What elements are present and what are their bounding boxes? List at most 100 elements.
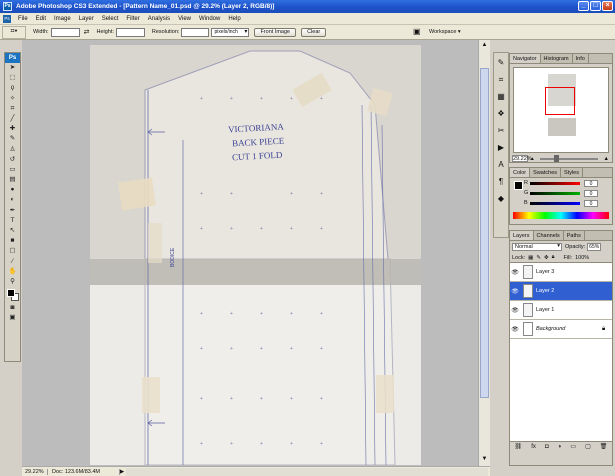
tab-info[interactable]: Info	[573, 54, 589, 63]
scroll-up-icon[interactable]: ▲	[479, 40, 490, 51]
navigator-zoom-input[interactable]: 29.22%	[512, 155, 532, 162]
channel-g-value[interactable]: 0	[584, 189, 598, 197]
menu-file[interactable]: File	[14, 16, 32, 22]
quick-mask-icon[interactable]: ◙	[5, 303, 20, 313]
channel-r-value[interactable]: 0	[584, 179, 598, 187]
delete-layer-icon[interactable]: 🗑︎	[600, 443, 608, 450]
minimize-button[interactable]: _	[578, 1, 589, 11]
clone-stamp-tool-icon[interactable]: ♙	[5, 145, 20, 155]
new-group-icon[interactable]: ▭	[570, 443, 576, 450]
eraser-tool-icon[interactable]: ▭	[5, 165, 20, 175]
resolution-input[interactable]	[181, 27, 210, 37]
status-menu-arrow-icon[interactable]: ▶	[120, 469, 124, 475]
tab-paths[interactable]: Paths	[564, 231, 585, 240]
horizontal-scrollbar[interactable]	[126, 467, 488, 476]
crop-tool-icon[interactable]: ⌗	[5, 104, 20, 114]
shape-tool-icon[interactable]: ■	[5, 236, 20, 246]
channel-g-slider[interactable]	[530, 191, 580, 195]
tab-layers[interactable]: Layers	[510, 231, 534, 240]
pen-tool-icon[interactable]: ✒	[5, 206, 20, 216]
document-icon[interactable]: Ps	[3, 14, 11, 23]
tab-histogram[interactable]: Histogram	[541, 54, 573, 63]
bridge-icon[interactable]: ▣	[413, 27, 421, 36]
zoom-in-icon[interactable]: ▲	[604, 156, 609, 162]
visibility-eye-icon[interactable]: 👁︎	[510, 269, 520, 276]
lock-position-icon[interactable]: ✥	[544, 255, 549, 261]
visibility-eye-icon[interactable]: 👁︎	[510, 326, 520, 333]
color-spectrum-bar[interactable]	[513, 212, 609, 219]
menu-edit[interactable]: Edit	[32, 16, 50, 22]
swap-dimensions-icon[interactable]: ⇄	[84, 28, 90, 36]
navigator-zoom-slider[interactable]	[539, 154, 598, 162]
blur-tool-icon[interactable]: ●	[5, 185, 20, 195]
menu-layer[interactable]: Layer	[75, 16, 98, 22]
crop-tool-preset-icon[interactable]: ⌗▾	[2, 25, 26, 39]
fill-input[interactable]: 100%	[575, 255, 589, 261]
info-panel-icon[interactable]: ◆	[494, 192, 508, 206]
history-brush-tool-icon[interactable]: ↺	[5, 155, 20, 165]
zoom-level[interactable]: 29.22%	[22, 468, 48, 475]
zoom-tool-icon[interactable]: ⚲	[5, 277, 20, 287]
workspace-menu[interactable]: Workspace ▾	[429, 27, 461, 37]
resolution-units-select[interactable]: pixels/inch	[211, 27, 250, 37]
vertical-scrollbar[interactable]: ▲ ▼	[478, 40, 490, 466]
channel-b-slider[interactable]	[530, 201, 580, 205]
tab-swatches[interactable]: Swatches	[530, 168, 562, 177]
lock-all-icon[interactable]: 🔒︎	[552, 254, 555, 261]
navigator-view-box[interactable]	[545, 87, 575, 115]
menu-select[interactable]: Select	[98, 16, 123, 22]
scrollbar-thumb[interactable]	[480, 68, 489, 398]
eyedropper-sample-tool-icon[interactable]: ⁄	[5, 257, 20, 267]
menu-analysis[interactable]: Analysis	[144, 16, 174, 22]
link-layers-icon[interactable]: ⛓	[515, 443, 523, 450]
channel-b-value[interactable]: 0	[584, 199, 598, 207]
tool-presets-panel-icon[interactable]: ⌗	[494, 73, 508, 87]
brushes-panel-icon[interactable]: ✎	[494, 56, 508, 70]
layer-row-layer-2[interactable]: 👁︎ Layer 2	[510, 282, 612, 301]
tab-color[interactable]: Color	[510, 168, 531, 177]
magic-wand-tool-icon[interactable]: ✧	[5, 94, 20, 104]
adjustment-layer-icon[interactable]: ◑	[558, 444, 562, 450]
navigator-thumbnail[interactable]	[513, 67, 609, 153]
menu-help[interactable]: Help	[224, 16, 244, 22]
notes-tool-icon[interactable]: ▢	[5, 246, 20, 256]
character-panel-icon[interactable]: ¶	[494, 175, 508, 189]
gradient-tool-icon[interactable]: ▤	[5, 175, 20, 185]
marquee-tool-icon[interactable]: ⬚	[5, 73, 20, 83]
menu-window[interactable]: Window	[195, 16, 224, 22]
layer-row-layer-1[interactable]: 👁︎ Layer 1	[510, 301, 612, 320]
move-tool-icon[interactable]: ➤	[5, 63, 20, 73]
tab-channels[interactable]: Channels	[534, 231, 564, 240]
layer-comps-panel-icon[interactable]: ▦	[494, 90, 508, 104]
width-input[interactable]	[50, 27, 80, 37]
hand-tool-icon[interactable]: ✋	[5, 267, 20, 277]
visibility-eye-icon[interactable]: 👁︎	[510, 307, 520, 314]
clear-button[interactable]: Clear	[301, 27, 327, 37]
brush-tool-icon[interactable]: ✎	[5, 134, 20, 144]
color-foreground-swatch[interactable]	[514, 181, 523, 190]
paragraph-panel-icon[interactable]: A	[494, 158, 508, 172]
channel-r-slider[interactable]	[530, 181, 580, 185]
type-tool-icon[interactable]: T	[5, 216, 20, 226]
lock-transparency-icon[interactable]: ▦	[528, 255, 533, 261]
menu-filter[interactable]: Filter	[122, 16, 143, 22]
photoshop-app-icon[interactable]: Ps	[3, 2, 12, 11]
layer-row-background[interactable]: 👁︎ Background 🔒︎	[510, 320, 612, 339]
menu-image[interactable]: Image	[50, 16, 75, 22]
height-input[interactable]	[115, 27, 145, 37]
zoom-out-icon[interactable]: ▴	[531, 156, 534, 162]
layer-row-layer-3[interactable]: 👁︎ Layer 3	[510, 263, 612, 282]
screen-mode-icon[interactable]: ▣	[5, 313, 20, 323]
color-swatches[interactable]	[5, 287, 20, 303]
scroll-down-icon[interactable]: ▼	[479, 454, 490, 465]
history-panel-icon[interactable]: ✂	[494, 124, 508, 138]
lasso-tool-icon[interactable]: ϙ	[5, 83, 20, 93]
eyedropper-tool-icon[interactable]: ╱	[5, 114, 20, 124]
actions-panel-icon[interactable]: ▶	[494, 141, 508, 155]
path-selection-tool-icon[interactable]: ↖	[5, 226, 20, 236]
foreground-color-swatch[interactable]	[7, 289, 15, 298]
visibility-eye-icon[interactable]: 👁︎	[510, 288, 520, 295]
document-canvas[interactable]: + + + + + + + + + + + + + + + + + + + + + + + + + + + + + + + + + +…	[90, 45, 421, 465]
healing-brush-tool-icon[interactable]: ✚	[5, 124, 20, 134]
clone-source-panel-icon[interactable]: ❖	[494, 107, 508, 121]
